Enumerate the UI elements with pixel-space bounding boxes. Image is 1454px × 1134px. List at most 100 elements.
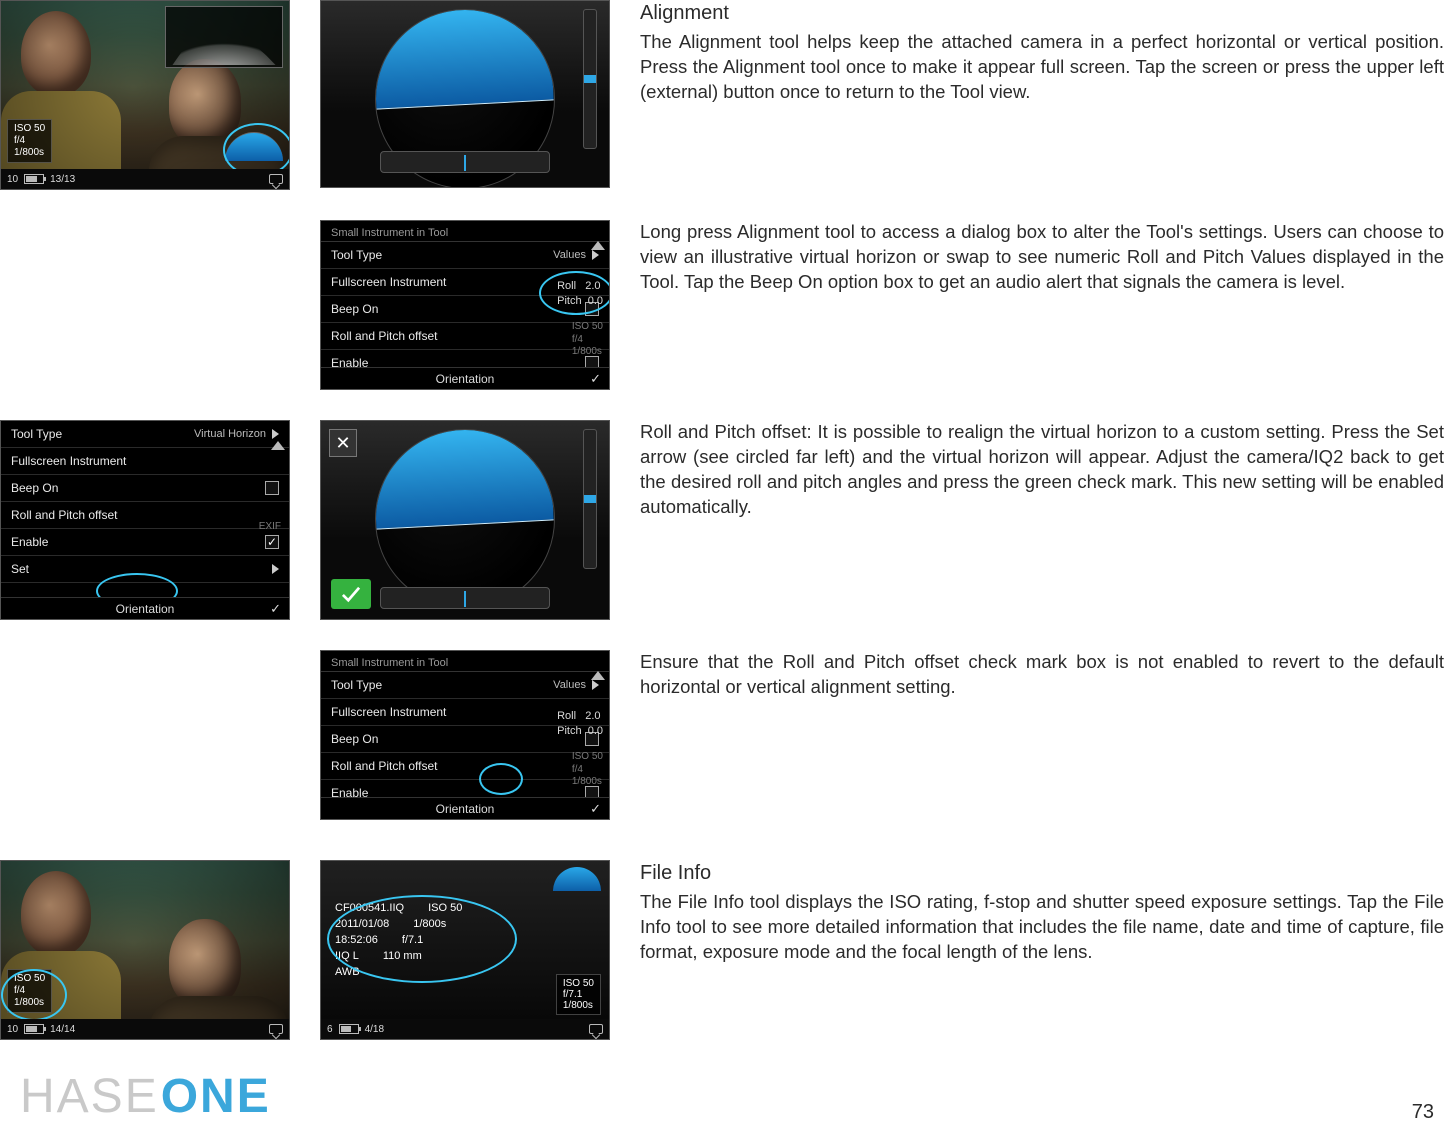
file-info-text: The File Info tool displays the ISO rati… — [640, 890, 1444, 965]
settings-row-tool-type[interactable]: Tool Type Virtual Horizon — [1, 421, 289, 448]
tool-type-value: Virtual Horizon — [194, 428, 266, 440]
rp-offset-label: Roll and Pitch offset — [331, 329, 438, 343]
battery-icon — [24, 1024, 44, 1034]
ghost-exposure-readout: ISO 50 f/4 1/800s — [572, 751, 603, 789]
tool-type-label: Tool Type — [11, 427, 62, 441]
rp-offset-label: Roll and Pitch offset — [331, 759, 438, 773]
beep-on-checkbox[interactable] — [265, 481, 279, 495]
settings-row-rp-offset[interactable]: Roll and Pitch offset — [321, 753, 609, 780]
alignment-settings-dialog-vh: Tool Type Virtual Horizon Fullscreen Ins… — [0, 420, 290, 620]
orientation-footer-label: Orientation — [436, 802, 495, 816]
alignment-set-offset-panel: ✕ — [320, 420, 610, 620]
status-bar: 10 13/13 — [1, 169, 289, 189]
image-counter: 13/13 — [50, 174, 75, 185]
annotation-circle — [327, 895, 517, 983]
fullscreen-label: Fullscreen Instrument — [331, 705, 446, 719]
settings-scroll-controls[interactable] — [591, 671, 605, 680]
alignment-text-p2: Long press Alignment tool to access a di… — [640, 220, 1444, 295]
annotation-circle — [479, 763, 523, 795]
storage-indicator: 6 — [327, 1024, 333, 1035]
alignment-heading: Alignment — [640, 0, 1444, 26]
status-bar: 6 4/18 — [321, 1019, 609, 1039]
exposure-readout-box: ISO 50 f/4 1/800s — [7, 119, 52, 163]
settings-scroll-controls[interactable] — [591, 241, 605, 250]
ghost-exposure-readout: ISO 50 f/4 1/800s — [572, 321, 603, 359]
orientation-footer-label: Orientation — [116, 602, 175, 616]
file-info-detail-panel: CF000541.IIQ ISO 50 2011/01/08 1/800s 18… — [320, 860, 610, 1040]
vertical-level-strip — [583, 429, 597, 569]
beep-on-label: Beep On — [11, 481, 58, 495]
chevron-up-icon[interactable] — [591, 671, 605, 680]
tool-type-value: Values — [553, 249, 586, 261]
battery-icon — [24, 174, 44, 184]
rp-offset-label: Roll and Pitch offset — [11, 508, 118, 522]
settings-section-label: Small Instrument in Tool — [321, 221, 609, 242]
roll-pitch-readout: Roll 2.0 Pitch 0.0 — [557, 709, 603, 739]
brand-text-left: HASE — [20, 1069, 159, 1124]
file-info-heading: File Info — [640, 860, 1444, 886]
chevron-right-icon — [592, 250, 599, 260]
settings-row-fullscreen[interactable]: Fullscreen Instrument — [1, 448, 289, 475]
comment-icon — [269, 1024, 283, 1034]
comment-icon — [269, 174, 283, 184]
alignment-tool-preview-thumbnail: ISO 50 f/4 1/800s 10 13/13 — [0, 0, 290, 190]
exposure-readout-box: ISO 50 f/7.1 1/800s — [556, 974, 601, 1015]
iso-value: ISO 50 — [14, 123, 45, 135]
shutter-value: 1/800s — [14, 147, 45, 159]
alignment-settings-dialog-values: Small Instrument in Tool Tool Type Value… — [320, 220, 610, 390]
settings-scroll-controls[interactable] — [271, 441, 285, 450]
alignment-text-p4: Ensure that the Roll and Pitch offset ch… — [640, 650, 1444, 700]
alignment-text-p1: The Alignment tool helps keep the attach… — [640, 30, 1444, 105]
vertical-level-strip — [583, 9, 597, 149]
histogram-overlay — [165, 6, 283, 68]
tool-type-label: Tool Type — [331, 678, 382, 692]
virtual-horizon-globe — [375, 429, 555, 609]
fullscreen-label: Fullscreen Instrument — [331, 275, 446, 289]
brand-logo: HASEONE — [20, 1069, 271, 1124]
tool-type-label: Tool Type — [331, 248, 382, 262]
settings-row-rp-offset[interactable]: Roll and Pitch offset — [1, 502, 289, 529]
confirm-check-icon[interactable]: ✓ — [270, 601, 281, 617]
comment-icon — [589, 1024, 603, 1034]
fullscreen-label: Fullscreen Instrument — [11, 454, 126, 468]
annotation-circle — [1, 969, 67, 1021]
storage-indicator: 10 — [7, 174, 18, 185]
settings-row-tool-type[interactable]: Tool Type Values — [321, 242, 609, 269]
chevron-right-icon — [272, 564, 279, 574]
page-number: 73 — [1412, 1101, 1434, 1124]
chevron-right-icon — [592, 680, 599, 690]
ghost-exif-label: EXIF — [259, 521, 281, 532]
storage-indicator: 10 — [7, 1024, 18, 1035]
enable-checkbox[interactable]: ✓ — [265, 535, 279, 549]
image-counter: 14/14 — [50, 1024, 75, 1035]
annotation-circle — [539, 271, 610, 315]
enable-label: Enable — [11, 535, 48, 549]
battery-icon — [339, 1024, 359, 1034]
alignment-fullscreen-panel — [320, 0, 610, 188]
settings-row-enable[interactable]: Enable ✓ — [1, 529, 289, 556]
alignment-text-p3: Roll and Pitch offset: It is possible to… — [640, 420, 1444, 520]
horizontal-level-scale — [380, 151, 550, 173]
beep-on-label: Beep On — [331, 302, 378, 316]
chevron-up-icon[interactable] — [591, 241, 605, 250]
aperture-value: f/7.1 — [563, 989, 594, 1000]
file-info-preview-thumbnail: ISO 50 f/4 1/800s 10 14/14 — [0, 860, 290, 1040]
confirm-check-icon[interactable]: ✓ — [590, 371, 601, 387]
orientation-footer-label: Orientation — [436, 372, 495, 386]
alignment-settings-dialog-enable: Small Instrument in Tool Tool Type Value… — [320, 650, 610, 820]
confirm-check-icon[interactable]: ✓ — [590, 801, 601, 817]
confirm-offset-button[interactable] — [331, 579, 371, 609]
settings-row-tool-type[interactable]: Tool Type Values — [321, 672, 609, 699]
set-label: Set — [11, 562, 29, 576]
chevron-up-icon[interactable] — [271, 441, 285, 450]
tool-type-value: Values — [553, 679, 586, 691]
settings-row-beep-on[interactable]: Beep On — [1, 475, 289, 502]
shutter-value: 1/800s — [563, 1000, 594, 1011]
close-button[interactable]: ✕ — [329, 429, 357, 457]
beep-on-label: Beep On — [331, 732, 378, 746]
status-bar: 10 14/14 — [1, 1019, 289, 1039]
horizontal-level-scale — [380, 587, 550, 609]
settings-row-rp-offset[interactable]: Roll and Pitch offset — [321, 323, 609, 350]
chevron-right-icon — [272, 429, 279, 439]
aperture-value: f/4 — [14, 135, 45, 147]
